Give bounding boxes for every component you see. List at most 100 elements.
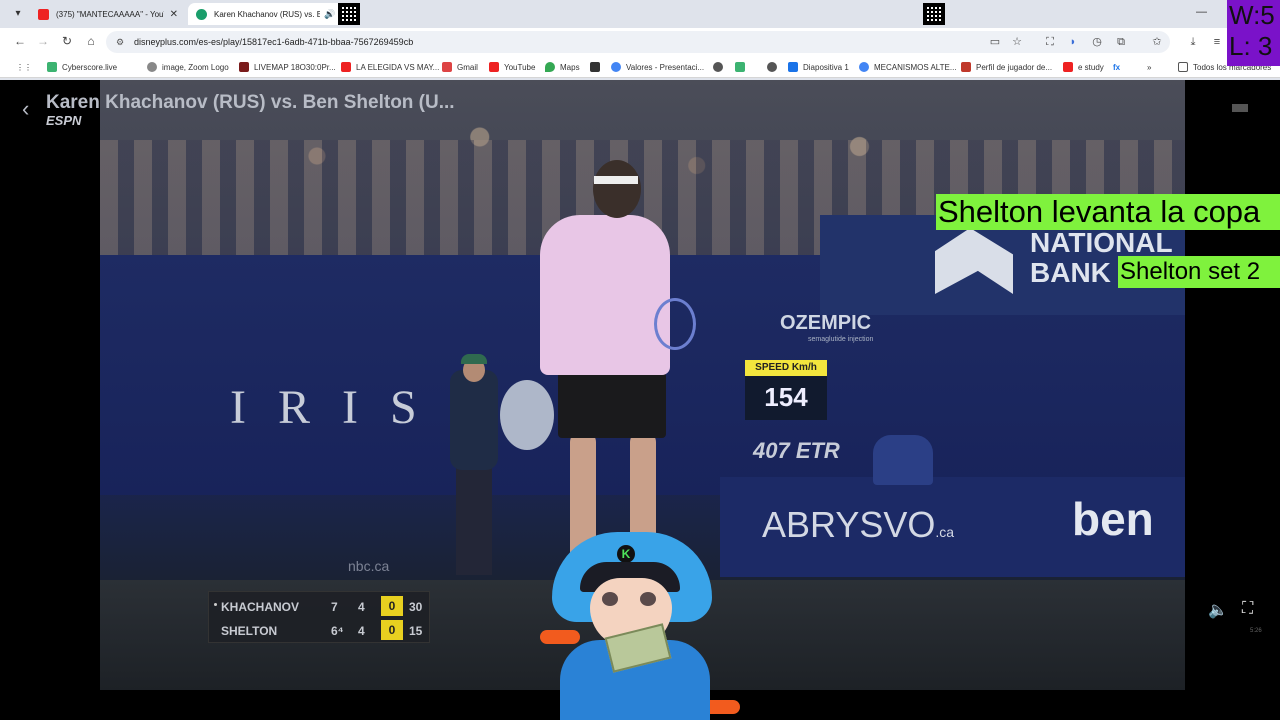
player-shorts [558,372,666,438]
stream-banner-top: Shelton levanta la copa [936,194,1280,230]
extensions-icon[interactable]: ⧉ [1114,35,1128,49]
close-tab-icon[interactable]: ✕ [170,9,178,20]
bookmark-zoom-logo[interactable]: image, Zoom Logo [147,60,229,74]
abrysvo-name: ABRYSVO [762,504,936,545]
ball-kid-cap [461,354,487,364]
bookmark-globe[interactable] [767,60,782,74]
bookmark-maps[interactable]: Maps [545,60,580,74]
motorola-logo-icon [500,380,554,450]
bookmark-fx[interactable]: fx [1113,60,1120,74]
tab-search-icon[interactable]: ▾ [8,5,28,23]
bookmark-perfil-jugador[interactable]: Perfil de jugador de... [961,60,1052,74]
bookmarks-bar: ⋮⋮ Cyberscore.live image, Zoom Logo LIVE… [0,56,1280,78]
ball-kid-body [450,370,498,470]
cast-icon[interactable]: ▭ [988,35,1002,49]
bookmark-favicon [961,62,971,72]
set2-score: 4 [358,624,365,638]
serving-indicator-icon [214,603,217,606]
menu-icon[interactable]: ≡ [1210,35,1224,49]
globe-icon [713,62,723,72]
bookmark-favicon [859,62,869,72]
bookmark-favicon [47,62,57,72]
reload-icon[interactable]: ↻ [59,34,75,48]
bookmark-favicon [545,62,555,72]
download-icon[interactable]: ⤓ [1186,35,1200,49]
set2-score: 4 [358,600,365,614]
back-icon[interactable]: ‹ [22,96,29,122]
tab-title: (375) "MANTECAAAAA" - YouTube [56,9,164,19]
folder-icon [1178,62,1188,72]
bookmark-livemap[interactable]: LIVEMAP 18O30:0Pr... [239,60,336,74]
bookmark-star-icon[interactable]: ☆ [1010,35,1024,49]
home-icon[interactable]: ⌂ [83,34,99,48]
player-head [593,160,641,218]
bookmark-cyberscore[interactable]: Cyberscore.live [47,60,117,74]
bookmark-label: Cyberscore.live [62,62,118,72]
speed-label: SPEED Km/h [745,360,827,376]
abrysvo-logo: ABRYSVO.ca [762,504,954,546]
minimize-window-icon[interactable]: — [1196,6,1207,18]
favorites-icon[interactable]: ✩ [1150,35,1164,49]
set1-score: 7 [331,600,338,614]
bookmark-favicon [1063,62,1073,72]
ball-kid [456,465,492,575]
flame-decoration-icon [540,630,580,644]
wins-count: W:5 [1229,0,1275,30]
timecode-label: 5:26 [1250,628,1262,634]
player-name: KHACHANOV [221,600,299,614]
avatar-eye [602,592,618,606]
player-name: SHELTON [221,624,278,638]
video-title: Karen Khachanov (RUS) vs. Ben Shelton (U… [46,92,455,113]
tab-disney-plus[interactable]: Karen Khachanov (RUS) vs. Ben Shelton (U… [188,3,358,25]
bookmark-e-study[interactable]: e study [1063,60,1104,74]
volume-icon[interactable]: 🔈 [1208,600,1228,620]
bookmark-favicon [590,62,600,72]
speed-value: 154 [764,382,808,412]
games-score: 0 [381,596,403,616]
back-icon[interactable]: ← [12,34,28,48]
apps-grid-icon[interactable]: ⋮⋮ [16,60,32,74]
qr-code-icon [923,3,945,25]
points-score: 30 [409,600,423,614]
points-score: 15 [409,624,423,638]
toolbar: ← → ↻ ⌂ ⚙ disneyplus.com/es-es/play/1581… [0,28,1280,56]
qr-code-icon [338,3,360,25]
score-row: KHACHANOV 7 4 0 30 [209,594,431,618]
disney-plus-icon [196,8,207,20]
tab-youtube[interactable]: (375) "MANTECAAAAA" - YouTube ✕ [30,3,186,25]
bookmark-unnamed[interactable] [735,60,750,74]
tab-strip: ▾ (375) "MANTECAAAAA" - YouTube ✕ Karen … [0,0,1280,28]
audio-playing-icon[interactable]: 🔊 [324,9,335,20]
browser-chrome: ▾ (375) "MANTECAAAAA" - YouTube ✕ Karen … [0,0,1280,80]
bookmark-mecanismos[interactable]: MECANISMOS ALTE... [859,60,957,74]
bookmark-globe[interactable] [713,60,728,74]
bookmark-label: image, Zoom Logo [162,62,229,72]
bookmark-youtube[interactable]: YouTube [489,60,535,74]
ozempic-subtitle: semaglutide injection [808,336,874,343]
stream-banner-bottom: Shelton set 2 [1118,256,1280,288]
bookmark-unnamed[interactable] [590,60,605,74]
bookmark-la-elegida[interactable]: LA ELEGIDA VS MAY... [341,60,439,74]
games-score: 0 [381,620,403,640]
bookmark-label: Maps [560,62,580,72]
line-judge [873,435,933,485]
read-aloud-icon[interactable]: ◗ [1066,35,1080,49]
history-icon[interactable]: ◷ [1090,35,1104,49]
fullscreen-icon[interactable]: ⛶ [1242,600,1253,618]
site-info-icon[interactable]: ⚙ [116,31,124,53]
bookmark-gmail[interactable]: Gmail [442,60,478,74]
tennis-racket-icon [654,298,696,350]
bookmark-diapositiva[interactable]: Diapositiva 1 [788,60,849,74]
scoreboard: KHACHANOV 7 4 0 30 SHELTON 6⁴ 4 0 15 [208,591,430,643]
tab-title: Karen Khachanov (RUS) vs. Ben Shelton (U… [214,9,321,19]
iris-logo: IRIS [230,381,449,434]
url-text: disneyplus.com/es-es/play/15817ec1-6adb-… [134,37,414,47]
ben-logo: ben [1072,493,1154,545]
bookmark-label: MECANISMOS ALTE... [874,62,957,72]
bookmark-valores[interactable]: Valores - Presentaci... [611,60,704,74]
player-headband [594,176,638,184]
bookmark-label: LA ELEGIDA VS MAY... [356,62,440,72]
screenshot-icon[interactable]: ⛶ [1043,35,1057,49]
forward-icon[interactable]: → [35,34,51,48]
more-bookmarks-icon[interactable]: » [1147,60,1151,74]
